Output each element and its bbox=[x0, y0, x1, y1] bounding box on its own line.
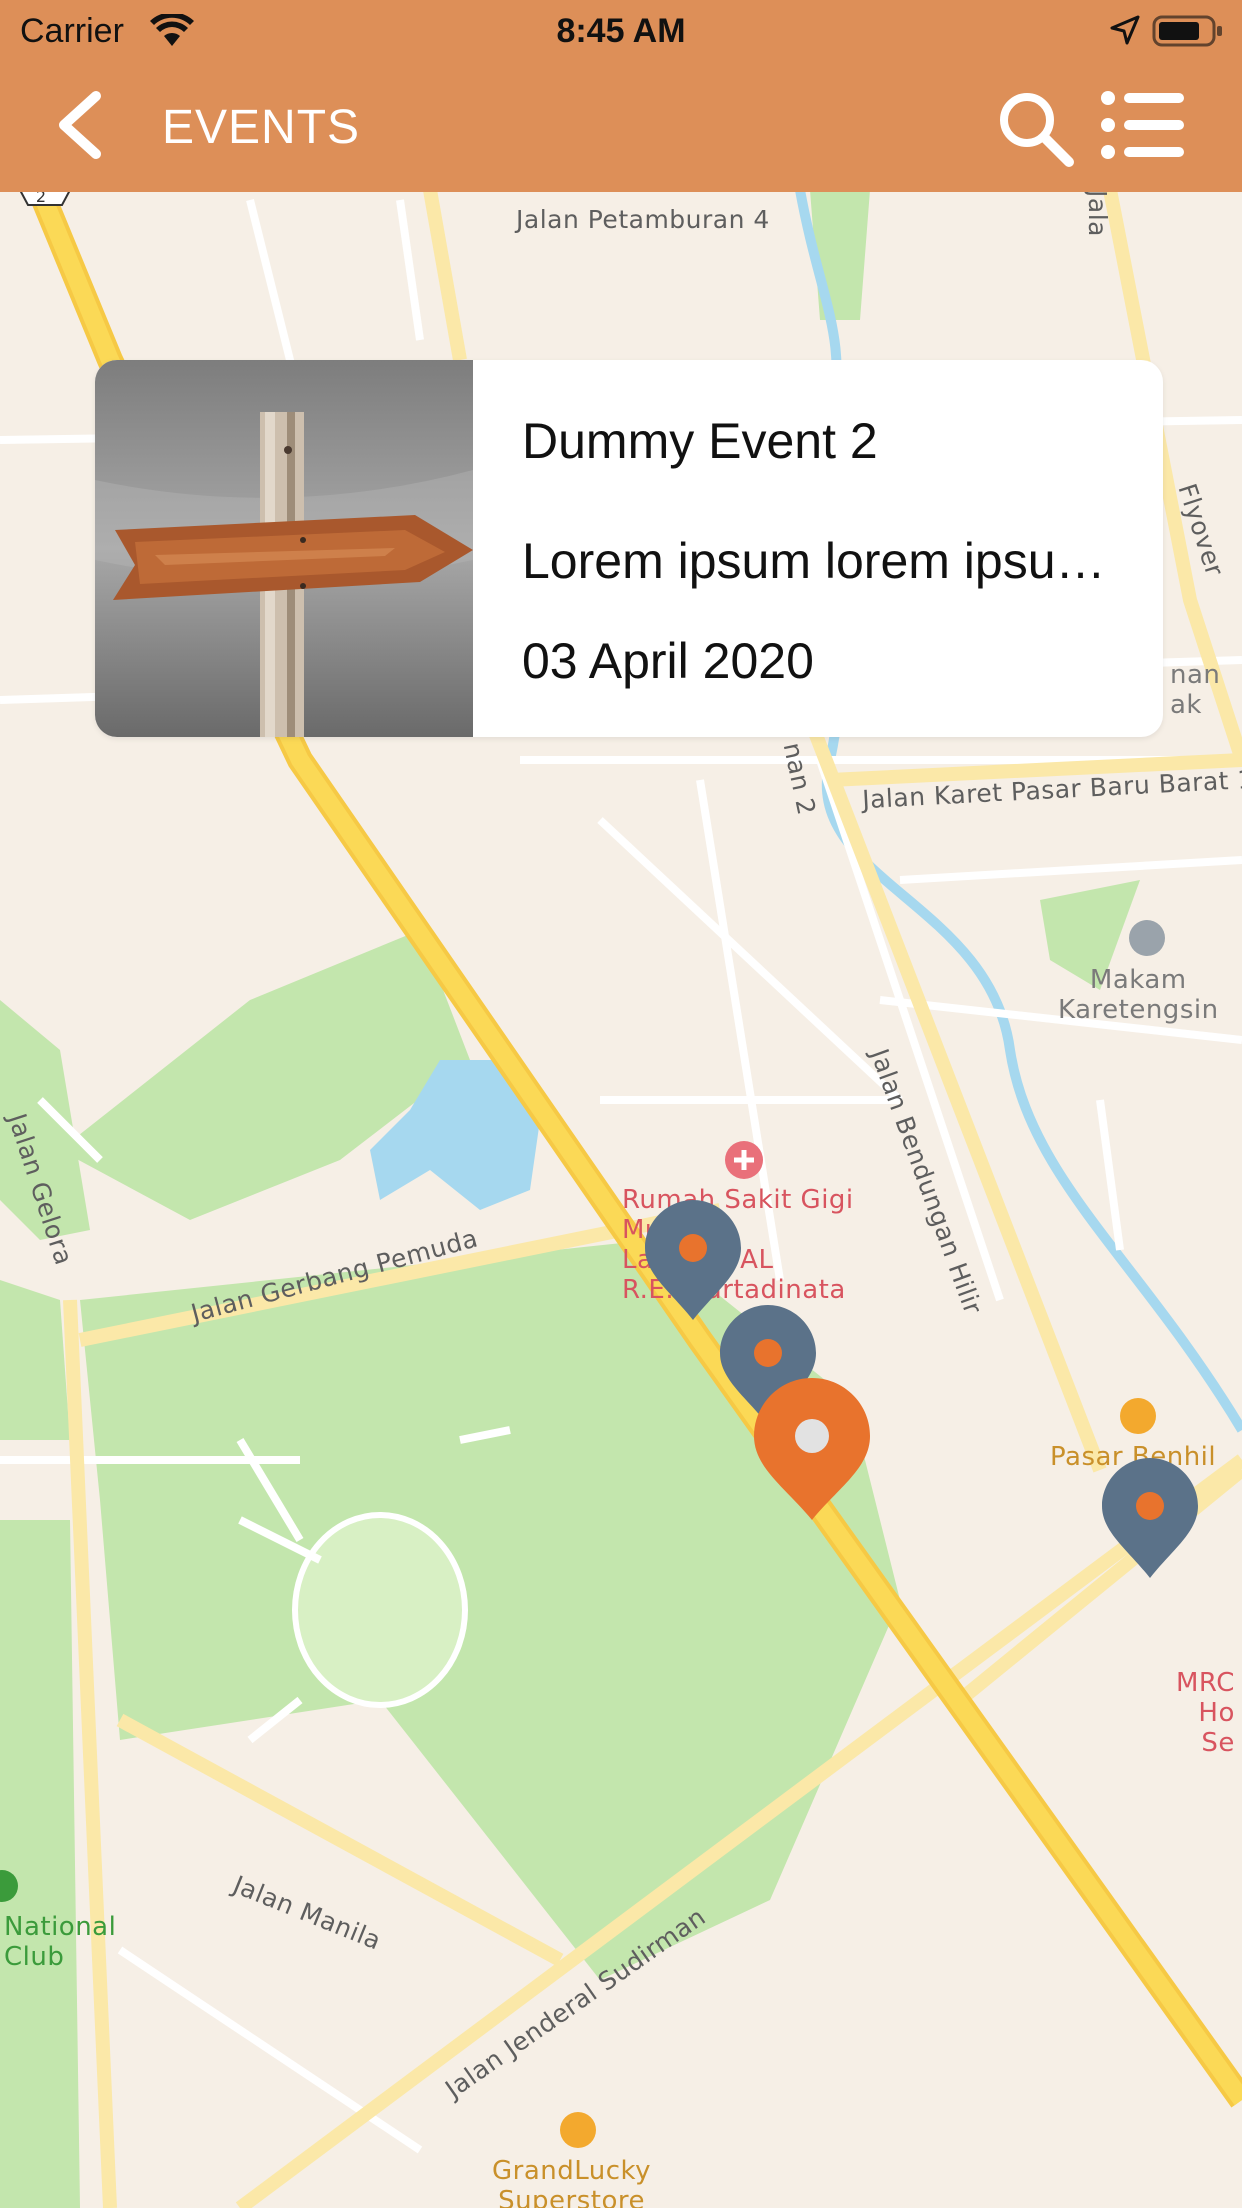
list-icon bbox=[1101, 91, 1184, 159]
street-label: Jala bbox=[1083, 190, 1112, 237]
navigation-bar: Carrier 8:45 AM EVENTS bbox=[0, 0, 1242, 192]
event-title: Dummy Event 2 bbox=[522, 413, 878, 469]
park-area bbox=[0, 1280, 70, 1440]
event-description: Lorem ipsum lorem ipsum lorem ipsum bbox=[522, 533, 1132, 589]
market-icon bbox=[1120, 1398, 1156, 1434]
event-pin-4[interactable] bbox=[1102, 1458, 1198, 1578]
menu-button[interactable] bbox=[1100, 90, 1186, 160]
battery-icon bbox=[1152, 15, 1222, 47]
shop-icon bbox=[560, 2112, 596, 2148]
search-button[interactable] bbox=[995, 88, 1075, 168]
cemetery-icon bbox=[1129, 920, 1165, 956]
event-card[interactable]: Dummy Event 2 Lorem ipsum lorem ipsum lo… bbox=[95, 360, 1163, 737]
event-image bbox=[95, 360, 473, 737]
street-label: Jalan Petamburan 4 bbox=[516, 205, 770, 234]
page-title: EVENTS bbox=[162, 101, 361, 154]
map-view[interactable]: 2 Jalan Petamburan 4 Jalan Karet Pasar B… bbox=[0, 0, 1242, 2208]
back-button[interactable] bbox=[50, 90, 110, 160]
map-canvas: 2 bbox=[0, 0, 1242, 2208]
park-area bbox=[0, 1520, 80, 2208]
status-time: 8:45 AM bbox=[556, 12, 686, 50]
chevron-left-icon bbox=[59, 91, 101, 159]
event-pin-1[interactable] bbox=[645, 1200, 741, 1320]
event-date: 03 April 2020 bbox=[522, 633, 814, 689]
event-pin-3-selected[interactable] bbox=[754, 1378, 870, 1520]
place-label: nan ak bbox=[1170, 660, 1221, 720]
place-label: MRC Ho Se bbox=[1176, 1668, 1235, 1758]
status-bar: Carrier 8:45 AM bbox=[0, 0, 1242, 60]
location-arrow-icon bbox=[1110, 15, 1140, 45]
place-label: GrandLucky Superstore bbox=[492, 2156, 652, 2208]
stadium bbox=[292, 1512, 468, 1708]
place-label: Makam Karetengsin bbox=[1058, 965, 1219, 1025]
place-label: National Club bbox=[4, 1912, 117, 1972]
search-icon bbox=[1000, 93, 1074, 167]
